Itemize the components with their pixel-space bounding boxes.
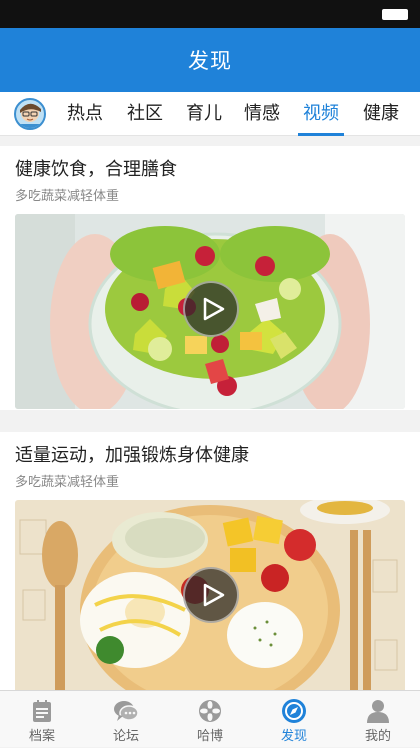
play-button[interactable] <box>183 567 239 623</box>
bottom-nav: 档案 论坛 哈博 发现 我的 <box>0 690 420 747</box>
category-tab-bar: 热点 社区 育儿 情感 视频 健康 <box>0 92 420 136</box>
nav-bar: 发现 <box>0 28 420 92</box>
bottom-nav-forum[interactable]: 论坛 <box>84 691 168 748</box>
card-subtitle: 多吃蔬菜减轻体重 <box>15 475 120 490</box>
bottom-nav-mine[interactable]: 我的 <box>336 691 420 748</box>
card-title[interactable]: 适量运动，加强锻炼身体健康 <box>15 432 405 470</box>
bottom-nav-label: 论坛 <box>112 729 139 744</box>
tab-video[interactable]: 视频 <box>298 92 344 136</box>
feed-card[interactable]: 适量运动，加强锻炼身体健康 多吃蔬菜减轻体重 <box>0 432 420 690</box>
bottom-nav-archive[interactable]: 档案 <box>0 691 84 748</box>
file-icon <box>33 700 51 722</box>
chat-icon <box>114 701 139 721</box>
feed-card[interactable]: 健康饮食，合理膳食 多吃蔬菜减轻体重 <box>0 146 420 410</box>
video-thumbnail[interactable] <box>15 214 405 409</box>
bottom-nav-discover[interactable]: 发现 <box>252 691 336 748</box>
card-subtitle: 多吃蔬菜减轻体重 <box>15 189 120 204</box>
page-title: 发现 <box>188 49 232 73</box>
tab-hot[interactable]: 热点 <box>62 92 108 136</box>
user-icon <box>367 700 389 723</box>
tab-community[interactable]: 社区 <box>122 92 168 136</box>
bottom-nav-label: 哈博 <box>196 729 223 744</box>
active-tab-indicator <box>298 133 344 136</box>
battery-icon <box>382 9 408 20</box>
card-title[interactable]: 健康饮食，合理膳食 <box>15 146 405 184</box>
bottom-nav-habo[interactable]: 哈博 <box>168 691 252 748</box>
status-bar <box>0 0 420 28</box>
play-button[interactable] <box>183 281 239 337</box>
avatar[interactable] <box>14 98 46 130</box>
video-thumbnail[interactable] <box>15 500 405 690</box>
play-icon <box>203 297 225 321</box>
flower-icon <box>199 700 221 722</box>
compass-icon <box>282 699 306 723</box>
bottom-nav-label: 发现 <box>280 729 307 744</box>
tab-emotion[interactable]: 情感 <box>239 92 285 136</box>
tab-parenting[interactable]: 育儿 <box>181 92 227 136</box>
bottom-nav-label: 档案 <box>28 729 55 744</box>
tab-health[interactable]: 健康 <box>358 92 404 136</box>
play-icon <box>203 583 225 607</box>
bottom-nav-label: 我的 <box>364 729 391 744</box>
